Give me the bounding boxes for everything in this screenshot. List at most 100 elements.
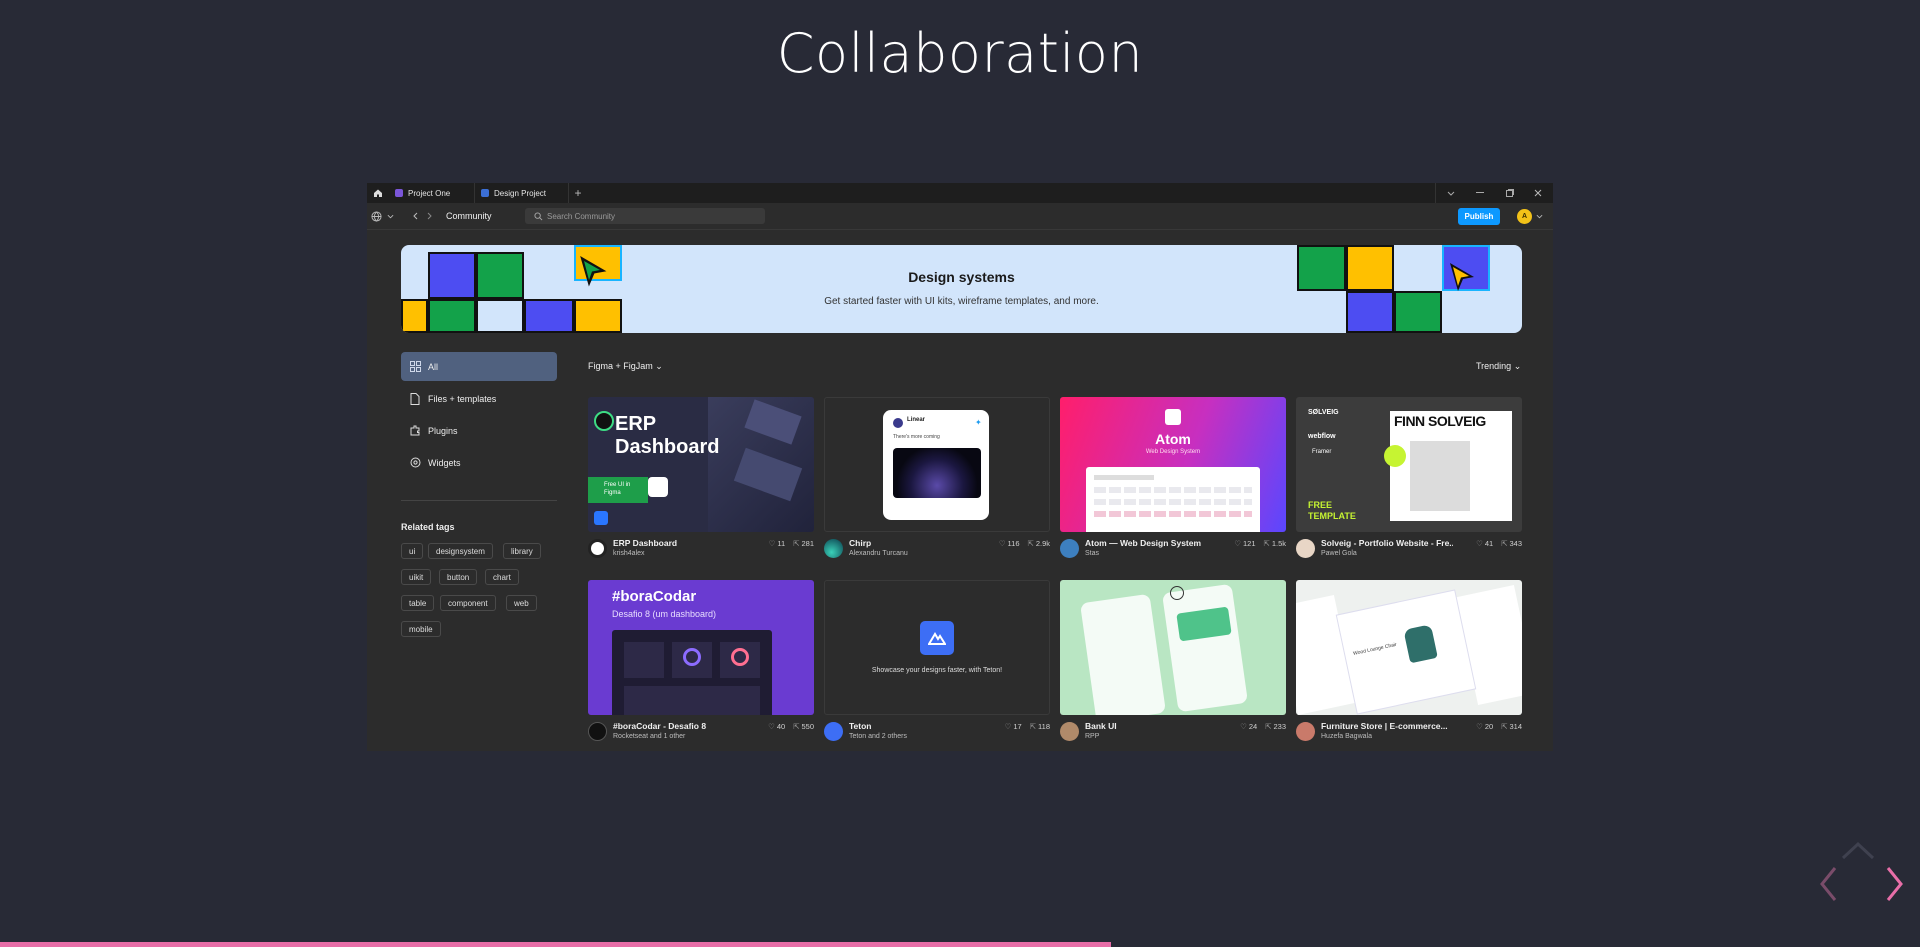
card-title[interactable]: Teton <box>849 721 872 731</box>
card-author[interactable]: Stas <box>1085 550 1099 557</box>
like-count: 40 <box>776 722 786 731</box>
card-thumbnail[interactable]: #boraCodar Desafio 8 (um dashboard) <box>588 580 814 715</box>
card-title[interactable]: Furniture Store | E-commerce... <box>1321 721 1448 731</box>
search-placeholder: Search Community <box>547 211 616 221</box>
publish-button[interactable]: Publish <box>1458 208 1500 225</box>
thumb-decor <box>731 648 749 666</box>
tag-mobile[interactable]: mobile <box>401 621 441 637</box>
tag-library[interactable]: library <box>503 543 541 559</box>
minimize-button[interactable] <box>1465 183 1495 203</box>
tag-chart[interactable]: chart <box>485 569 519 585</box>
card-meta: Atom — Web Design System Stas ♡ 121 ⇱ 1.5k <box>1060 537 1286 563</box>
duplicate-icon: ⇱ <box>1263 539 1270 548</box>
search-input[interactable]: Search Community <box>525 208 765 224</box>
avatar[interactable]: A <box>1517 209 1532 224</box>
thumb-preview: Wood Lounge Chair <box>1336 590 1476 714</box>
thumb-phone <box>1079 593 1167 715</box>
filter-dropdown[interactable]: Figma + FigJam ⌄ <box>588 361 663 372</box>
tab-project-one[interactable]: Project One <box>389 183 475 203</box>
chevron-down-icon[interactable] <box>387 203 394 229</box>
tag-table[interactable]: table <box>401 595 435 611</box>
tab-design-project[interactable]: Design Project <box>475 183 569 203</box>
figma-logo-icon <box>648 477 668 497</box>
nav-left-icon[interactable] <box>1820 867 1837 901</box>
card-author[interactable]: Teton and 2 others <box>849 733 907 740</box>
card-author[interactable]: Rocketseat and 1 other <box>613 733 685 740</box>
thumb-title: Linear <box>907 417 926 423</box>
card-thumbnail[interactable] <box>1060 580 1286 715</box>
tab-label: Design Project <box>494 188 547 198</box>
tag-web[interactable]: web <box>506 595 537 611</box>
card-thumbnail[interactable]: Wood Lounge Chair <box>1296 580 1522 715</box>
card-title[interactable]: ERP Dashboard <box>613 538 677 548</box>
home-icon[interactable] <box>367 183 389 203</box>
card-author[interactable]: Alexandru Turcanu <box>849 550 908 557</box>
sidebar-item-files-templates[interactable]: Files + templates <box>401 384 557 413</box>
duplicate-icon: ⇱ <box>1501 722 1508 731</box>
card-author[interactable]: RPP <box>1085 733 1099 740</box>
thumb-tag: webflow <box>1308 433 1336 440</box>
tag-ui[interactable]: ui <box>401 543 424 559</box>
card-title[interactable]: Bank UI <box>1085 721 1117 731</box>
tag-component[interactable]: component <box>440 595 496 611</box>
avatar[interactable] <box>824 539 843 558</box>
duplicate-count: 2.9k <box>1035 539 1050 548</box>
avatar[interactable] <box>588 539 607 558</box>
duplicate-icon: ⇱ <box>1501 539 1508 548</box>
heart-icon: ♡ <box>768 722 775 731</box>
design-systems-banner[interactable]: Design systems Get started faster with U… <box>401 245 1522 333</box>
forward-icon[interactable] <box>427 203 433 229</box>
avatar[interactable] <box>824 722 843 741</box>
figma-window: Project One Design Project + Community S… <box>367 183 1553 751</box>
card-author[interactable]: Huzefa Bagwala <box>1321 733 1372 740</box>
close-icon[interactable] <box>1523 183 1553 203</box>
avatar[interactable] <box>1060 722 1079 741</box>
card-thumbnail[interactable]: Atom Web Design System <box>1060 397 1286 532</box>
sidebar-item-plugins[interactable]: Plugins <box>401 416 557 445</box>
card-thumbnail[interactable]: ERP Dashboard Free UI in Figma <box>588 397 814 532</box>
thumb-image <box>893 448 981 498</box>
sort-dropdown[interactable]: Trending ⌄ <box>1476 361 1521 372</box>
new-tab-button[interactable]: + <box>569 183 587 203</box>
card-title[interactable]: Chirp <box>849 538 871 548</box>
avatar[interactable] <box>1296 539 1315 558</box>
nav-up-icon[interactable] <box>1841 841 1875 860</box>
restore-button[interactable] <box>1495 183 1525 203</box>
chair-icon <box>1403 624 1438 664</box>
like-count: 11 <box>777 539 786 548</box>
tag-designsystem[interactable]: designsystem <box>428 543 493 559</box>
sidebar-item-all[interactable]: All <box>401 352 557 381</box>
card-title[interactable]: #boraCodar - Desafio 8 <box>613 721 706 731</box>
card-title[interactable]: Atom — Web Design System <box>1085 538 1201 548</box>
logo-icon <box>594 411 614 431</box>
card-author[interactable]: Pawel Gola <box>1321 550 1357 557</box>
nav-right-icon[interactable] <box>1886 867 1903 901</box>
card-thumbnail[interactable]: Linear ✦ There's more coming <box>824 397 1050 532</box>
teton-logo-icon <box>920 621 954 655</box>
chevron-down-icon[interactable] <box>1435 183 1466 203</box>
back-icon[interactable] <box>412 203 418 229</box>
sidebar-item-widgets[interactable]: Widgets <box>401 448 557 477</box>
chevron-down-icon[interactable] <box>1536 203 1543 229</box>
card-thumbnail[interactable]: SØLVEIG webflow Framer FREE TEMPLATE FIN… <box>1296 397 1522 532</box>
heart-icon: ♡ <box>1004 722 1012 731</box>
card-thumbnail[interactable]: Showcase your designs faster, with Teton… <box>824 580 1050 715</box>
thumb-decor <box>1094 475 1154 480</box>
tag-uikit[interactable]: uikit <box>401 569 432 585</box>
card-meta: Bank UI RPP ♡ 24 ⇱ 233 <box>1060 720 1286 746</box>
thumb-subtitle: Web Design System <box>1145 449 1201 455</box>
sidebar-item-label: Widgets <box>428 457 461 468</box>
card-author[interactable]: krish4alex <box>613 550 645 557</box>
avatar[interactable] <box>1060 539 1079 558</box>
card-stats: ♡ 20 ⇱ 314 <box>1476 722 1522 731</box>
tag-button[interactable]: button <box>439 569 478 585</box>
thumb-title: #boraCodar <box>612 588 697 605</box>
avatar[interactable] <box>588 722 607 741</box>
breadcrumb[interactable]: Community <box>446 203 492 229</box>
globe-icon[interactable] <box>371 203 382 229</box>
duplicate-count: 233 <box>1273 722 1286 731</box>
thumb-subtitle: There's more coming <box>893 434 940 440</box>
card-title[interactable]: Solveig - Portfolio Website - Fre... <box>1321 538 1453 548</box>
thumb-title: ERP Dashboard <box>615 413 720 458</box>
avatar[interactable] <box>1296 722 1315 741</box>
